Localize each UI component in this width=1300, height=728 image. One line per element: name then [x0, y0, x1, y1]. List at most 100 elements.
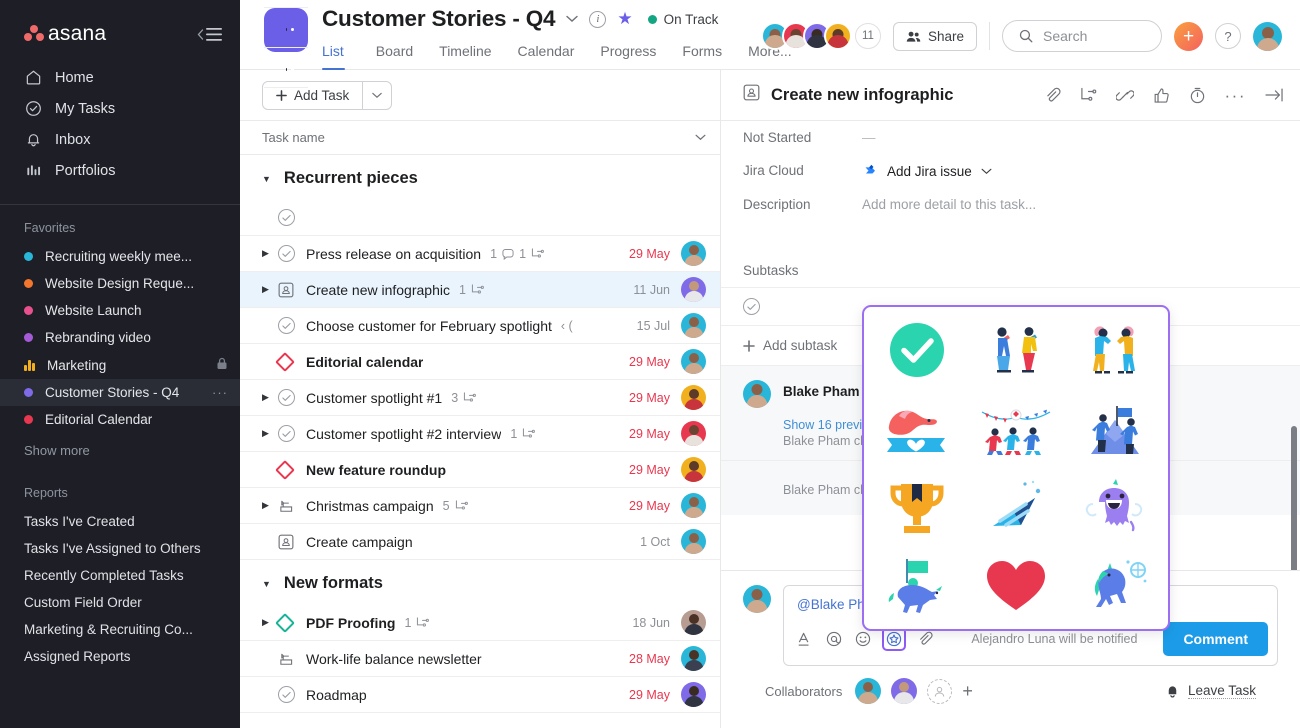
link-icon[interactable]	[1115, 87, 1134, 104]
subtask-icon[interactable]	[1080, 87, 1097, 103]
add-task-dropdown-button[interactable]	[363, 82, 391, 109]
task-due-date[interactable]: 29 May	[629, 355, 670, 369]
sticker-mountain-flag[interactable]	[1073, 393, 1157, 465]
create-button[interactable]: +	[1174, 21, 1203, 51]
add-jira-issue-button[interactable]: Add Jira issue	[862, 163, 992, 179]
assignee-avatar[interactable]	[681, 349, 706, 374]
sticker-unicorn-rider[interactable]	[875, 550, 959, 622]
sidebar-favorite-website-design-requests[interactable]: Website Design Reque...	[0, 270, 240, 297]
member-count-badge[interactable]: 11	[854, 23, 881, 49]
task-due-date[interactable]: 11 Jun	[633, 283, 670, 297]
task-due-date[interactable]: 29 May	[629, 499, 670, 513]
assignee-avatar[interactable]	[681, 277, 706, 302]
sidebar-item-home[interactable]: Home	[0, 62, 240, 93]
member-avatar-stack[interactable]: 11	[760, 22, 881, 50]
sticker-party-bunting[interactable]	[974, 393, 1058, 465]
complete-task-icon[interactable]	[278, 209, 306, 226]
sidebar-favorite-editorial-calendar[interactable]: Editorial Calendar	[0, 406, 240, 433]
complete-task-icon[interactable]	[278, 686, 306, 703]
leave-task-button[interactable]: Leave Task	[1165, 683, 1256, 699]
assignee-avatar[interactable]	[681, 385, 706, 410]
collaborator-avatar[interactable]	[891, 678, 918, 704]
sidebar-report-recently-completed[interactable]: Recently Completed Tasks	[0, 562, 240, 589]
assignee-avatar[interactable]	[681, 313, 706, 338]
tab-board[interactable]: Board	[363, 38, 426, 70]
status-badge[interactable]: On Track	[647, 12, 718, 27]
complete-task-icon[interactable]	[278, 389, 306, 406]
sidebar-favorite-customer-stories-q4[interactable]: Customer Stories - Q4 ···	[0, 379, 240, 406]
approval-task-icon[interactable]	[278, 534, 306, 550]
task-row[interactable]: New feature roundup 29 May	[240, 452, 720, 488]
task-row[interactable]: Create campaign 1 Oct	[240, 524, 720, 560]
sidebar-favorite-website-launch[interactable]: Website Launch	[0, 297, 240, 324]
complete-task-icon[interactable]	[278, 317, 306, 334]
task-due-date[interactable]: 29 May	[629, 247, 670, 261]
complete-task-icon[interactable]	[278, 425, 306, 442]
detail-scrollbar[interactable]	[1291, 426, 1297, 570]
sticker-narwhal[interactable]	[1073, 471, 1157, 543]
add-collaborator-placeholder-icon[interactable]	[927, 678, 953, 704]
sidebar-favorite-rebranding-video[interactable]: Rebranding video	[0, 324, 240, 351]
emoji-icon[interactable]	[855, 631, 871, 647]
assignee-avatar[interactable]	[681, 682, 706, 707]
sidebar-report-assigned-reports[interactable]: Assigned Reports	[0, 643, 240, 670]
task-row[interactable]: ▶ Press release on acquisition 1 1 29 Ma…	[240, 236, 720, 272]
current-user-avatar[interactable]	[1253, 21, 1282, 51]
milestone-green-icon[interactable]	[275, 612, 306, 633]
attachment-icon[interactable]	[1044, 87, 1061, 104]
task-group-header-new-formats[interactable]: ▼ New formats	[240, 560, 720, 605]
assignee-avatar[interactable]	[681, 610, 706, 635]
sticker-party-hat[interactable]	[974, 471, 1058, 543]
attachment-icon[interactable]	[917, 631, 933, 647]
task-group-header-recurrent-pieces[interactable]: ▼ Recurrent pieces	[240, 155, 720, 200]
story-avatar[interactable]	[743, 380, 771, 408]
project-overflow-menu-icon[interactable]: ···	[212, 385, 228, 400]
assignee-avatar[interactable]	[681, 493, 706, 518]
sidebar-report-marketing-recruiting[interactable]: Marketing & Recruiting Co...	[0, 616, 240, 643]
assignee-avatar[interactable]	[681, 529, 706, 554]
add-collaborator-button[interactable]: +	[962, 681, 973, 702]
task-row[interactable]: ▶ Customer spotlight #2 interview 1 29 M…	[240, 416, 720, 452]
assignee-avatar[interactable]	[681, 457, 706, 482]
task-row[interactable]: Editorial calendar 29 May	[240, 344, 720, 380]
tab-progress[interactable]: Progress	[587, 38, 669, 70]
avatar[interactable]	[823, 22, 852, 50]
share-button[interactable]: Share	[892, 21, 977, 51]
sticker-check-circle[interactable]	[875, 314, 959, 386]
favorite-star-icon[interactable]: ★	[617, 9, 632, 29]
sticker-heart[interactable]	[974, 550, 1058, 622]
field-value[interactable]: —	[862, 130, 876, 145]
sticker-dove-banner[interactable]	[875, 393, 959, 465]
expand-triangle-icon[interactable]: ▶	[262, 500, 278, 511]
expand-triangle-icon[interactable]: ▶	[262, 248, 278, 259]
tab-timeline[interactable]: Timeline	[426, 38, 504, 70]
collapse-icon[interactable]	[1265, 87, 1284, 103]
show-previous-updates-link[interactable]: Show 16 previo	[783, 418, 869, 432]
sidebar-report-custom-field-order[interactable]: Custom Field Order	[0, 589, 240, 616]
info-icon[interactable]: i	[589, 10, 607, 28]
task-row-selected[interactable]: ▶ Create new infographic 1 11 Jun	[240, 272, 720, 308]
sticker-celebration-people[interactable]	[974, 314, 1058, 386]
column-sort-chevron-down-icon[interactable]	[695, 132, 706, 144]
assignee-avatar[interactable]	[681, 421, 706, 446]
complete-subtask-icon[interactable]	[743, 298, 760, 315]
collapse-sidebar-button[interactable]	[197, 27, 222, 41]
task-row[interactable]: Work-life balance newsletter 28 May	[240, 641, 720, 677]
tab-calendar[interactable]: Calendar	[505, 38, 588, 70]
milestone-icon[interactable]	[275, 351, 306, 372]
collapse-triangle-icon[interactable]: ▼	[262, 174, 271, 184]
task-due-date[interactable]: 29 May	[629, 688, 670, 702]
task-due-date[interactable]: 28 May	[629, 652, 670, 666]
complete-task-icon[interactable]	[278, 245, 306, 262]
collapse-triangle-icon[interactable]: ▼	[262, 579, 271, 589]
tab-forms[interactable]: Forms	[669, 38, 735, 70]
description-input[interactable]: Add more detail to this task...	[862, 197, 1036, 212]
project-menu-chevron-down-icon[interactable]	[566, 12, 579, 26]
task-row[interactable]: ▶ Christmas campaign 5 29 May	[240, 488, 720, 524]
like-icon[interactable]	[1153, 87, 1170, 104]
task-row[interactable]: Roadmap 29 May	[240, 677, 720, 713]
more-icon[interactable]: ···	[1225, 87, 1246, 104]
sidebar-item-portfolios[interactable]: Portfolios	[0, 155, 240, 186]
sticker-icon[interactable]	[882, 627, 906, 651]
sidebar-report-tasks-ive-created[interactable]: Tasks I've Created	[0, 508, 240, 535]
